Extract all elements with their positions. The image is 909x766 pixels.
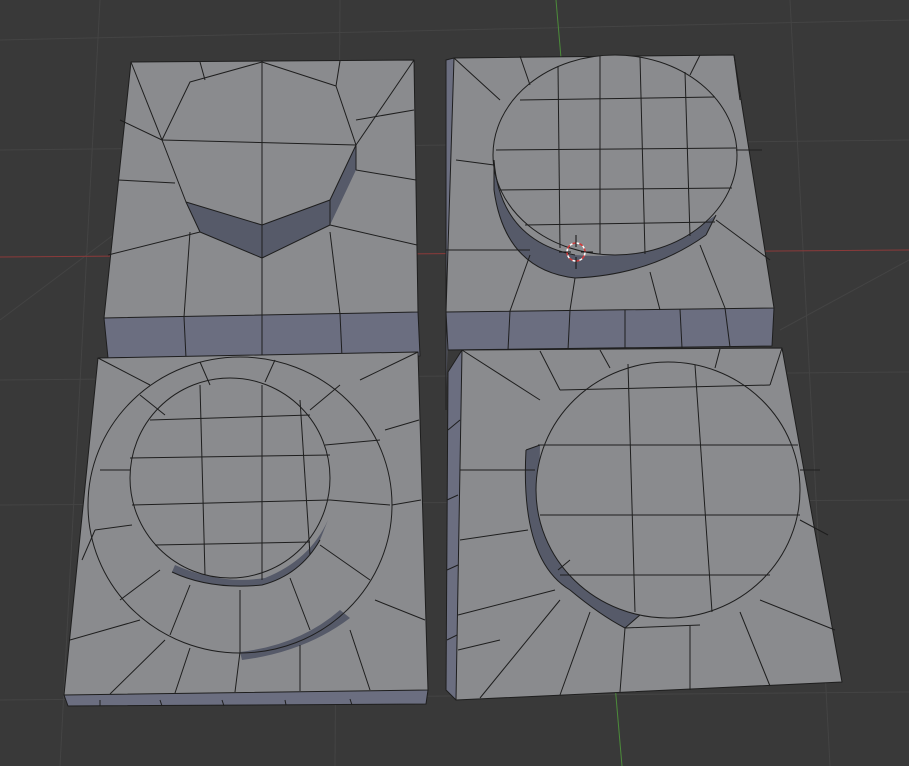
- mesh-cube-circle-inset[interactable]: [445, 347, 843, 701]
- viewport-canvas: [0, 0, 909, 766]
- mesh-cube-octagon-extrude[interactable]: [103, 59, 421, 359]
- mesh-cube-stepped-circle-extrude[interactable]: [63, 351, 429, 707]
- 3d-viewport[interactable]: [0, 0, 909, 766]
